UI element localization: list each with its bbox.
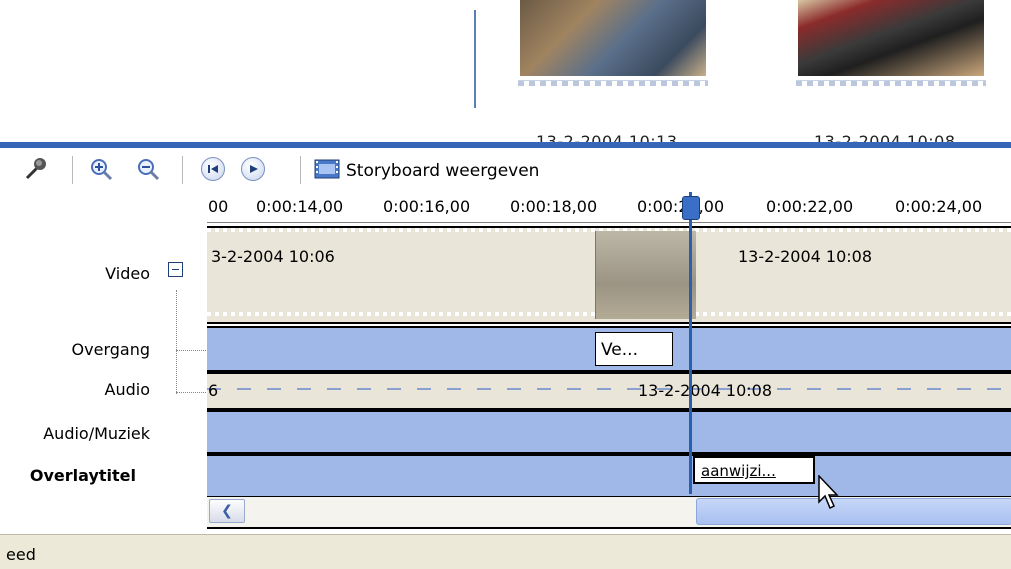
scrollbar-thumb[interactable] [696, 498, 1011, 525]
title-clip[interactable]: aanwijzi... [693, 456, 815, 484]
audio-waveform [207, 388, 1011, 390]
storyboard-view-button[interactable] [312, 154, 342, 184]
overlay-title-track[interactable] [207, 454, 1011, 496]
video-clip-frame[interactable] [595, 231, 696, 319]
chevron-left-icon: ❮ [221, 503, 233, 519]
tree-line [176, 350, 206, 351]
video-clip-label[interactable]: 13-2-2004 10:08 [738, 247, 872, 266]
ruler-tick-label: 0:00:16,00 [383, 197, 471, 216]
zoom-out-icon [138, 159, 160, 181]
minus-icon [172, 269, 179, 270]
ruler-tick-label: 00 [208, 197, 229, 216]
audio-clip-label[interactable]: 6 [208, 381, 218, 400]
zoom-out-button[interactable] [133, 154, 163, 184]
transition-clip[interactable]: Ve... [595, 332, 673, 366]
microphone-icon [25, 158, 46, 180]
clip-thumbnail-1[interactable] [518, 0, 708, 86]
toolbar-separator [300, 156, 301, 184]
mouse-cursor-icon [818, 475, 839, 510]
filmstrip-icon [314, 159, 340, 179]
storyboard-view-label[interactable]: Storyboard weergeven [346, 161, 539, 181]
track-label-audio: Audio [104, 380, 150, 399]
ruler-tick-label: 0:00:20,00 [637, 197, 725, 216]
track-label-overgang: Overgang [71, 340, 150, 359]
play-button[interactable] [238, 154, 268, 184]
audio-clip-label[interactable]: 13-2-2004 10:08 [638, 381, 772, 400]
ruler-tick-label: 0:00:24,00 [895, 197, 983, 216]
zoom-in-button[interactable] [86, 154, 116, 184]
clip-thumbnail-image [520, 0, 706, 76]
narrate-microphone-button[interactable] [20, 154, 50, 184]
clip-thumbnail-2[interactable] [796, 0, 986, 86]
track-label-overlaytitel: Overlaytitel [29, 466, 136, 485]
tree-line [176, 392, 206, 393]
playhead-line[interactable] [689, 192, 692, 494]
video-clip-label[interactable]: 3-2-2004 10:06 [211, 247, 335, 266]
toolbar-separator [72, 156, 73, 184]
track-label-video: Video [105, 264, 150, 283]
filmstrip [518, 80, 708, 86]
tree-line [176, 290, 177, 394]
status-bar [0, 534, 1011, 569]
status-text: eed [6, 545, 36, 564]
play-icon [241, 157, 265, 181]
track-label-audio-muziek: Audio/Muziek [43, 424, 150, 443]
clip-thumbnail-image [798, 0, 984, 76]
ruler-tick-label: 0:00:18,00 [510, 197, 598, 216]
toolbar-separator [182, 156, 183, 184]
filmstrip [796, 80, 986, 86]
collapse-video-button[interactable] [168, 262, 183, 277]
scroll-left-button[interactable]: ❮ [209, 499, 245, 523]
rewind-icon [201, 157, 225, 181]
rewind-button[interactable] [198, 154, 228, 184]
zoom-in-icon [91, 159, 113, 181]
audio-track[interactable] [207, 372, 1011, 410]
collection-divider [474, 10, 476, 108]
music-track[interactable] [207, 410, 1011, 454]
playhead-handle[interactable] [682, 196, 700, 220]
ruler-tick-label: 0:00:14,00 [256, 197, 344, 216]
ruler-tick-label: 0:00:22,00 [766, 197, 854, 216]
